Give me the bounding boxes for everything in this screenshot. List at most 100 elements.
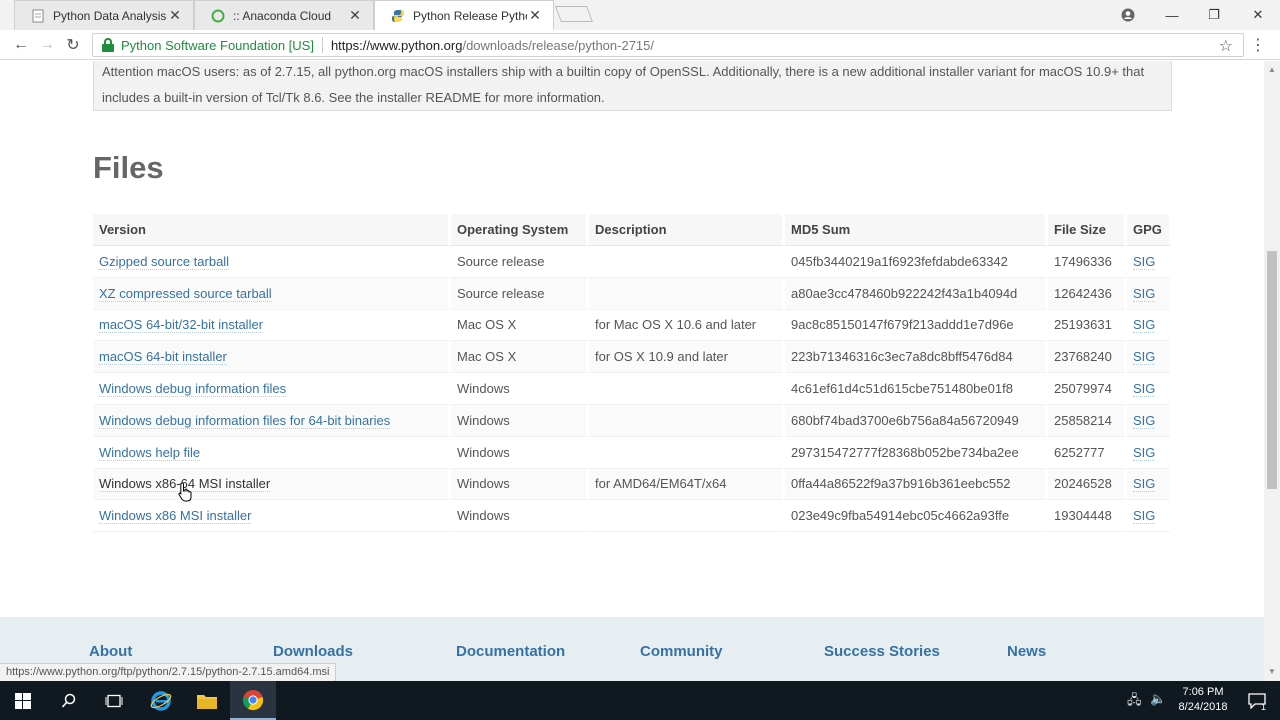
- sig-link[interactable]: SIG: [1133, 285, 1156, 302]
- download-link[interactable]: Windows help file: [99, 444, 201, 461]
- bookmark-star-icon[interactable]: ☆: [1219, 36, 1233, 56]
- chrome-taskbar-icon[interactable]: [230, 681, 276, 720]
- md5-cell: 9ac8c85150147f679f213addd1e7d96e: [785, 309, 1048, 342]
- sig-link[interactable]: SIG: [1133, 253, 1156, 270]
- file-size-cell: 20246528: [1048, 468, 1127, 501]
- close-tab-icon[interactable]: ✕: [527, 7, 543, 24]
- download-link[interactable]: Windows debug information files: [99, 381, 287, 398]
- tab-anaconda[interactable]: :: Anaconda Cloud ✕: [194, 0, 374, 30]
- close-tab-icon[interactable]: ✕: [167, 7, 183, 24]
- gpg-cell: SIG: [1127, 373, 1172, 405]
- restore-button[interactable]: ❐: [1192, 0, 1236, 30]
- search-icon[interactable]: [46, 681, 92, 720]
- md5-cell: 0ffa44a86522f9a37b916b361eebc552: [785, 468, 1048, 501]
- gpg-cell: SIG: [1127, 309, 1172, 342]
- reload-icon[interactable]: ↻: [63, 35, 83, 55]
- url-path: /downloads/release/python-2715/: [462, 37, 654, 53]
- column-header-version: Version: [93, 214, 451, 246]
- footer-link-success-stories[interactable]: Success Stories: [824, 643, 940, 660]
- action-center-icon[interactable]: 1: [1234, 681, 1280, 720]
- new-tab-button[interactable]: [555, 6, 593, 22]
- sig-link[interactable]: SIG: [1133, 476, 1156, 493]
- md5-cell: 4c61ef61d4c51d615cbe751480be01f8: [785, 373, 1048, 405]
- network-icon[interactable]: 🖧: [1127, 691, 1142, 713]
- md5-cell: 045fb3440219a1f6923fefdabde63342: [785, 246, 1048, 278]
- notification-count-badge: 1: [1261, 702, 1267, 712]
- tab-python-release[interactable]: Python Release Python 2. ✕: [374, 0, 554, 30]
- browser-menu-icon[interactable]: ⋮: [1250, 35, 1266, 55]
- description-cell: [589, 436, 785, 469]
- url-host: https://www.python.org: [330, 37, 463, 53]
- file-size-cell: 25858214: [1048, 404, 1127, 437]
- tab-pandas[interactable]: Python Data Analysis Libr ✕: [14, 0, 194, 30]
- tab-title: :: Anaconda Cloud: [233, 8, 332, 23]
- address-bar[interactable]: Python Software Foundation [US] https://…: [92, 33, 1244, 57]
- description-cell: [589, 246, 785, 278]
- version-cell: macOS 64-bit/32-bit installer: [93, 309, 451, 342]
- link-status-bubble: https://www.python.org/ftp/python/2.7.15…: [0, 663, 337, 681]
- close-window-button[interactable]: ✕: [1236, 0, 1280, 30]
- os-cell: Windows: [451, 436, 589, 469]
- gpg-cell: SIG: [1127, 436, 1172, 469]
- volume-muted-icon[interactable]: 🔈: [1150, 691, 1166, 707]
- os-cell: Windows: [451, 373, 589, 405]
- description-cell: [589, 404, 785, 437]
- footer-link-documentation[interactable]: Documentation: [456, 643, 565, 660]
- download-link[interactable]: XZ compressed source tarball: [99, 285, 272, 302]
- sig-link[interactable]: SIG: [1133, 508, 1156, 525]
- task-view-icon[interactable]: [91, 681, 137, 720]
- internet-explorer-icon[interactable]: [138, 681, 184, 720]
- sig-link[interactable]: SIG: [1133, 349, 1156, 366]
- scroll-up-arrow-icon[interactable]: ▲: [1268, 65, 1276, 74]
- version-cell: Windows debug information files for 64-b…: [93, 404, 451, 437]
- file-size-cell: 25193631: [1048, 309, 1127, 342]
- footer-link-community[interactable]: Community: [640, 643, 723, 660]
- file-size-cell: 19304448: [1048, 500, 1127, 533]
- windows-start-icon[interactable]: [0, 681, 46, 720]
- page-scrollbar[interactable]: ▲ ▼: [1264, 61, 1280, 681]
- sig-link[interactable]: SIG: [1133, 381, 1156, 398]
- download-link[interactable]: Gzipped source tarball: [99, 253, 230, 270]
- footer-link-news[interactable]: News: [1007, 643, 1046, 660]
- footer-link-about[interactable]: About: [89, 643, 132, 660]
- download-link[interactable]: macOS 64-bit installer: [99, 349, 227, 366]
- file-explorer-icon[interactable]: [184, 681, 230, 720]
- minimize-button[interactable]: —: [1150, 0, 1194, 30]
- column-header-description: Description: [589, 214, 785, 246]
- sig-link[interactable]: SIG: [1133, 412, 1156, 429]
- version-cell: XZ compressed source tarball: [93, 277, 451, 310]
- md5-cell: a80ae3cc478460b922242f43a1b4094d: [785, 277, 1048, 310]
- description-cell: for Mac OS X 10.6 and later: [589, 309, 785, 342]
- sig-link[interactable]: SIG: [1133, 444, 1156, 461]
- description-cell: [589, 373, 785, 405]
- ev-certificate-label[interactable]: Python Software Foundation [US]: [121, 38, 314, 53]
- download-link[interactable]: Windows debug information files for 64-b…: [99, 412, 391, 429]
- taskbar-clock[interactable]: 7:06 PM 8/24/2018: [1168, 685, 1238, 715]
- table-row: Windows x86 MSI installer Windows 023e49…: [93, 500, 1172, 533]
- os-cell: Source release: [451, 246, 589, 278]
- download-link[interactable]: macOS 64-bit/32-bit installer: [99, 317, 264, 334]
- lock-icon[interactable]: [101, 38, 115, 52]
- scroll-down-arrow-icon[interactable]: ▼: [1268, 667, 1276, 676]
- os-cell: Windows: [451, 500, 589, 533]
- gpg-cell: SIG: [1127, 500, 1172, 533]
- profile-icon[interactable]: [1106, 0, 1150, 30]
- close-tab-icon[interactable]: ✕: [347, 7, 363, 24]
- sig-link[interactable]: SIG: [1133, 317, 1156, 334]
- description-cell: for OS X 10.9 and later: [589, 341, 785, 374]
- footer-link-downloads[interactable]: Downloads: [273, 643, 353, 660]
- table-row: Windows debug information files Windows …: [93, 373, 1172, 405]
- notice-line-1: Attention macOS users: as of 2.7.15, all…: [102, 64, 1145, 79]
- forward-arrow-icon[interactable]: →: [37, 35, 57, 55]
- table-row: Windows debug information files for 64-b…: [93, 404, 1172, 437]
- back-arrow-icon[interactable]: ←: [11, 35, 31, 55]
- gpg-cell: SIG: [1127, 468, 1172, 501]
- table-row: Gzipped source tarball Source release 04…: [93, 246, 1172, 278]
- os-cell: Mac OS X: [451, 309, 589, 342]
- file-size-cell: 17496336: [1048, 246, 1127, 278]
- table-row: Windows help file Windows 297315472777f2…: [93, 436, 1172, 469]
- windows-taskbar: 🖧 🔈 7:06 PM 8/24/2018 1: [0, 681, 1280, 720]
- scrollbar-thumb[interactable]: [1267, 251, 1277, 489]
- files-heading: Files: [93, 150, 164, 185]
- download-link[interactable]: Windows x86 MSI installer: [99, 508, 252, 525]
